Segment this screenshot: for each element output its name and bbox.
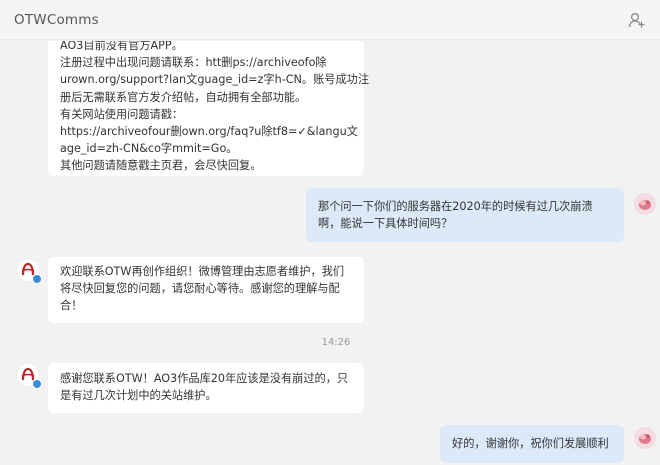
message-bubble-outgoing: 好的，谢谢你，祝你们发展顺利 [440, 425, 624, 463]
message-line: 感谢您联系OTW！AO3作品库20年应该是没有崩过的，只 [60, 372, 349, 385]
message-line: 那个问一下你们的服务器在2020年的时候有过几次崩溃 [318, 200, 593, 213]
message-line: 好的，谢谢你，祝你们发展顺利 [452, 437, 609, 450]
message-bubble-outgoing: 那个问一下你们的服务器在2020年的时候有过几次崩溃 啊，能说一下具体时间吗？ [306, 188, 624, 242]
chat-messages[interactable]: AO3目前没有官方APP。 注册过程中出现问题请联系：htt删ps://arch… [0, 41, 660, 465]
chat-title: OTWComms [14, 12, 99, 28]
message-line: https://archiveofour删own.org/faq?u除tf8=✓… [60, 125, 358, 139]
message-line: 册后无需联系官方发介绍帖，自动拥有全部功能。 [60, 90, 307, 104]
chat-header: OTWComms [0, 0, 660, 40]
user-settings-icon[interactable] [628, 11, 646, 29]
message-line: AO3目前没有官方APP。 [60, 41, 183, 52]
verified-badge-icon [32, 274, 42, 284]
message-line: 将尽快回复您的问题，请您耐心等待。感谢您的理解与配 [60, 282, 340, 296]
message-line: 其他问题请随意戳主页君，会尽快回复。 [60, 159, 262, 173]
my-avatar-image-icon [634, 193, 656, 215]
otw-avatar[interactable] [16, 258, 42, 284]
message-line: 注册过程中出现问题请联系：htt删ps://archiveofo除 [60, 56, 327, 70]
message-line: age_id=zh-CN&co字mmit=Go。 [60, 142, 238, 156]
message-bubble-incoming: 欢迎联系OTW再创作组织！微博管理由志愿者维护，我们 将尽快回复您的问题，请您耐… [48, 257, 364, 323]
message-bubble-incoming: AO3目前没有官方APP。 注册过程中出现问题请联系：htt删ps://arch… [48, 41, 370, 176]
my-avatar[interactable] [634, 193, 656, 215]
message-bubble-incoming: 感谢您联系OTW！AO3作品库20年应该是没有崩过的，只 是有过几次计划中的关站… [48, 363, 364, 413]
message-line: 是有过几次计划中的关站维护。 [60, 389, 217, 403]
my-avatar-image-icon [634, 427, 656, 449]
verified-badge-icon [32, 379, 42, 389]
my-avatar[interactable] [634, 427, 656, 449]
message-line: 有关网站使用问题请戳： [60, 107, 184, 121]
otw-avatar[interactable] [16, 363, 42, 389]
message-timestamp: 14:26 [321, 337, 351, 348]
message-line: 合！ [60, 299, 83, 313]
message-line: urown.org/support?lan文guage_id=z字h-CN。账号… [60, 73, 370, 87]
message-line: 欢迎联系OTW再创作组织！微博管理由志愿者维护，我们 [60, 265, 345, 278]
message-line: 啊，能说一下具体时间吗？ [318, 217, 453, 231]
